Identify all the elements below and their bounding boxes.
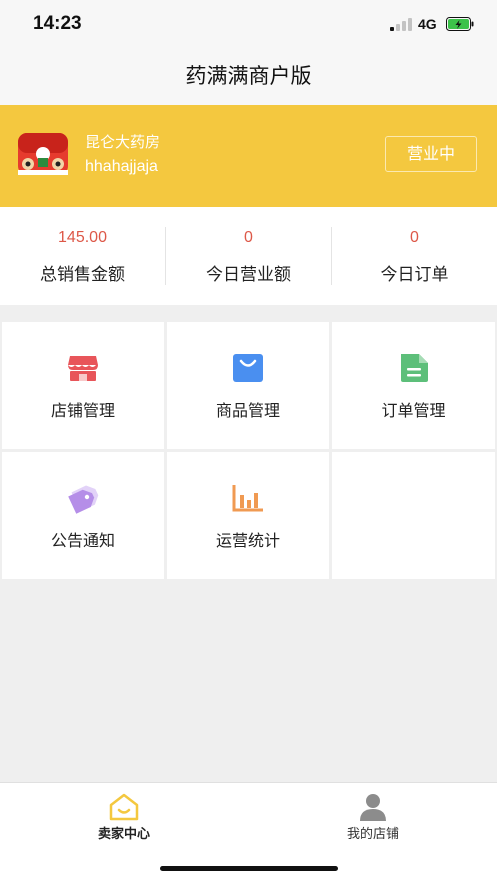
- store-logo-icon: [18, 133, 68, 175]
- home-indicator: [160, 866, 338, 871]
- stat-label: 今日订单: [380, 265, 449, 285]
- menu-label: 运营统计: [215, 531, 280, 550]
- stat-label: 总销售金额: [40, 265, 125, 285]
- stat-value: 0: [244, 229, 253, 246]
- status-time: 14:23: [33, 13, 82, 34]
- business-status-button[interactable]: 营业中: [385, 136, 477, 172]
- tab-seller-center[interactable]: 卖家中心: [0, 783, 248, 853]
- menu-label: 订单管理: [381, 401, 446, 420]
- store-account: hhahajjaja: [85, 158, 158, 175]
- stat-today-orders: 0 今日订单: [332, 207, 497, 305]
- tab-my-store[interactable]: 我的店铺: [249, 783, 497, 853]
- menu-label: 商品管理: [215, 401, 280, 420]
- shopping-bag-icon: [233, 354, 263, 382]
- document-icon: [400, 354, 428, 382]
- stat-value: 145.00: [58, 229, 107, 246]
- stat-value: 0: [410, 229, 419, 246]
- tab-label: 我的店铺: [346, 827, 399, 842]
- menu-label: 店铺管理: [50, 401, 115, 420]
- tag-icon: [68, 485, 99, 514]
- stat-total-sales: 145.00 总销售金额: [0, 207, 165, 305]
- store-icon: [68, 356, 98, 381]
- network-type: 4G: [418, 16, 437, 32]
- bar-chart-icon: [232, 485, 263, 512]
- empty-tile: [332, 452, 495, 579]
- stat-today-revenue: 0 今日营业额: [166, 207, 331, 305]
- store-name: 昆仑大药房: [85, 133, 161, 151]
- menu-product-management[interactable]: 商品管理: [167, 322, 329, 449]
- signal-icon: [390, 17, 414, 31]
- tab-label: 卖家中心: [97, 827, 150, 842]
- home-icon: [109, 793, 139, 821]
- status-bar: 14:23 4G: [0, 0, 497, 48]
- menu-order-management[interactable]: 订单管理: [332, 322, 495, 449]
- nav-bar: 药满满商户版: [0, 48, 497, 105]
- menu-label: 公告通知: [50, 531, 115, 550]
- page-title: 药满满商户版: [185, 64, 312, 88]
- menu-store-management[interactable]: 店铺管理: [2, 322, 164, 449]
- stats-panel: 145.00 总销售金额 0 今日营业额 0 今日订单: [0, 207, 497, 305]
- menu-operations-stats[interactable]: 运营统计: [167, 452, 329, 579]
- user-icon: [360, 794, 386, 821]
- menu-announcements[interactable]: 公告通知: [2, 452, 164, 579]
- stat-label: 今日营业额: [206, 265, 291, 285]
- battery-icon: [446, 17, 474, 31]
